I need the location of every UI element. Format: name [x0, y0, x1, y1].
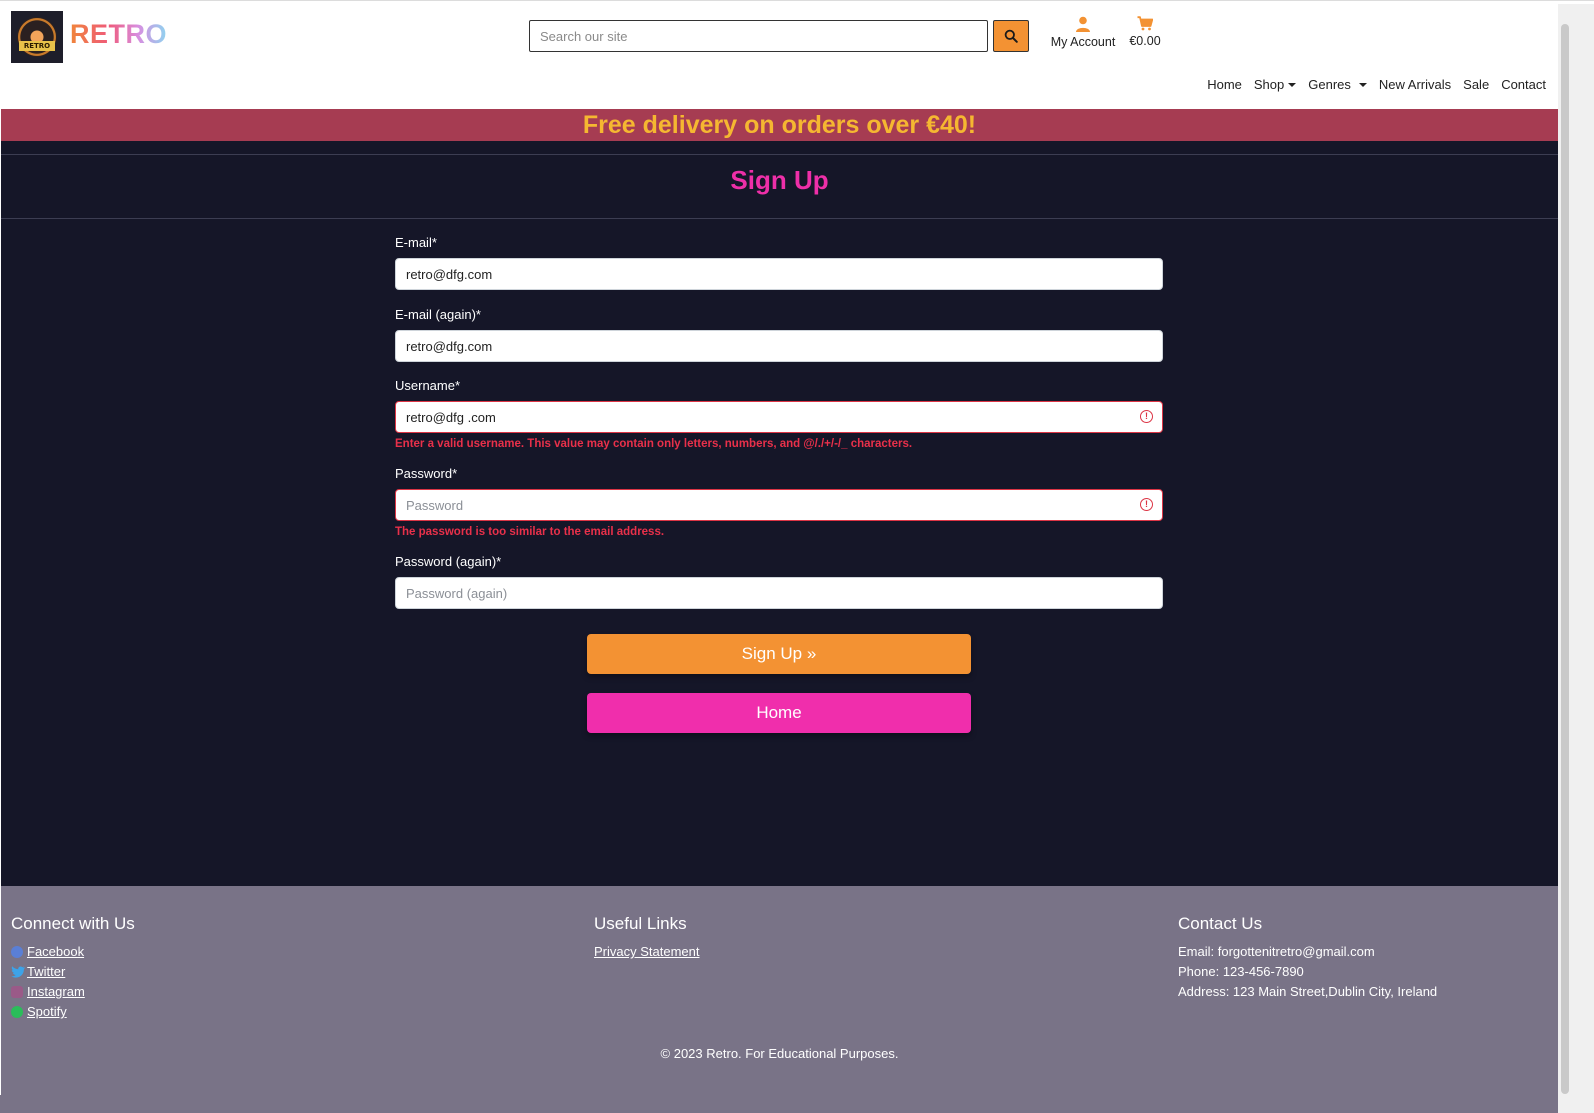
nav-home[interactable]: Home	[1201, 77, 1248, 92]
contact-column: Contact Us Email: forgottenitretro@gmail…	[1178, 914, 1437, 1002]
twitter-icon	[11, 966, 25, 978]
error-icon: !	[1140, 498, 1153, 511]
copyright: © 2023 Retro. For Educational Purposes.	[660, 1046, 899, 1061]
spotify-link[interactable]: Spotify	[11, 1002, 135, 1022]
password-input[interactable]	[395, 489, 1163, 521]
nav-sale-label: Sale	[1463, 77, 1490, 92]
spotify-icon	[11, 1006, 23, 1018]
contact-phone: Phone: 123-456-7890	[1178, 964, 1304, 979]
facebook-link[interactable]: Facebook	[11, 942, 135, 962]
contact-address: Address: 123 Main Street,Dublin City, Ir…	[1178, 984, 1438, 999]
instagram-icon	[11, 986, 23, 998]
nav-contact[interactable]: Contact	[1495, 77, 1552, 92]
useful-links-column: Useful Links Privacy Statement	[594, 914, 700, 962]
contact-heading: Contact Us	[1178, 914, 1263, 933]
nav-home-label: Home	[1207, 77, 1242, 92]
cart-link[interactable]: €0.00	[1125, 16, 1165, 48]
site-footer: Connect with Us Facebook Twitter Instagr…	[1, 886, 1558, 1095]
username-label: Username*	[395, 378, 461, 393]
privacy-statement-link[interactable]: Privacy Statement	[594, 942, 700, 962]
password-again-input[interactable]	[395, 577, 1163, 609]
divider	[1, 218, 1558, 219]
page-title: Sign Up	[730, 165, 829, 195]
error-icon: !	[1140, 410, 1153, 423]
useful-links-heading: Useful Links	[594, 914, 687, 933]
password-again-field-group: Password (again)*	[395, 554, 1163, 609]
divider	[1, 154, 1558, 155]
password-field-group: Password* ! The password is too similar …	[395, 466, 1163, 538]
search-input[interactable]	[529, 20, 988, 52]
delivery-banner-text: Free delivery on orders over €40!	[582, 110, 977, 139]
spotify-label: Spotify	[27, 1004, 67, 1019]
caret-down-icon	[1288, 82, 1297, 87]
my-account-link[interactable]: My Account	[1047, 16, 1119, 49]
sign-up-button[interactable]: Sign Up »	[587, 634, 971, 674]
facebook-label: Facebook	[27, 944, 85, 959]
signup-form: E-mail* E-mail (again)* Username* ! Ente…	[395, 235, 1163, 609]
email-label: E-mail*	[395, 235, 437, 250]
twitter-link[interactable]: Twitter	[11, 962, 135, 982]
connect-column: Connect with Us Facebook Twitter Instagr…	[11, 914, 135, 1022]
instagram-link[interactable]: Instagram	[11, 982, 135, 1002]
cart-total: €0.00	[1129, 34, 1161, 48]
username-error: Enter a valid username. This value may c…	[395, 438, 913, 450]
home-button[interactable]: Home	[587, 693, 971, 733]
brand-name[interactable]: RETRO	[70, 19, 167, 50]
nav-genres-label: Genres	[1308, 77, 1351, 92]
search-button[interactable]	[993, 20, 1029, 52]
instagram-label: Instagram	[27, 984, 85, 999]
connect-heading: Connect with Us	[11, 914, 135, 933]
username-input[interactable]	[395, 401, 1163, 433]
email-again-label: E-mail (again)*	[395, 307, 481, 322]
nav-contact-label: Contact	[1501, 77, 1546, 92]
vinyl-logo-icon	[17, 17, 57, 57]
nav-new-arrivals[interactable]: New Arrivals	[1373, 77, 1457, 92]
cart-icon	[1137, 16, 1153, 31]
password-error: The password is too similar to the email…	[395, 526, 665, 538]
delivery-banner: Free delivery on orders over €40!	[1, 109, 1558, 141]
email-again-input[interactable]	[395, 330, 1163, 362]
password-label: Password*	[395, 466, 458, 481]
twitter-label: Twitter	[27, 964, 66, 979]
email-again-field-group: E-mail (again)*	[395, 307, 1163, 362]
signup-section: Sign Up E-mail* E-mail (again)* Username…	[1, 141, 1558, 886]
logo-ribbon-text: RETRO	[19, 41, 55, 51]
caret-down-icon	[1358, 82, 1367, 87]
username-field-group: Username* ! Enter a valid username. This…	[395, 378, 1163, 450]
search-icon	[1004, 29, 1018, 43]
nav-shop-label: Shop	[1253, 77, 1285, 92]
logo[interactable]: RETRO	[11, 11, 63, 63]
nav-genres[interactable]: Genres	[1302, 77, 1373, 92]
nav-sale[interactable]: Sale	[1457, 77, 1495, 92]
email-field-group: E-mail*	[395, 235, 1163, 290]
my-account-label: My Account	[1050, 35, 1116, 49]
site-header: RETRO RETRO My Account €0.00 Home Shop G…	[1, 4, 1558, 109]
page-scrollbar[interactable]	[1558, 4, 1594, 1113]
contact-email: Email: forgottenitretro@gmail.com	[1178, 944, 1375, 959]
email-input[interactable]	[395, 258, 1163, 290]
footer-bottom-strip	[0, 1095, 1558, 1113]
nav-shop[interactable]: Shop	[1248, 77, 1302, 92]
facebook-icon	[11, 946, 23, 958]
nav-new-arrivals-label: New Arrivals	[1378, 77, 1452, 92]
user-icon	[1076, 16, 1090, 32]
scrollbar-thumb[interactable]	[1561, 24, 1569, 1094]
main-nav: Home Shop Genres New Arrivals Sale Conta…	[1201, 77, 1552, 92]
password-again-label: Password (again)*	[395, 554, 502, 569]
